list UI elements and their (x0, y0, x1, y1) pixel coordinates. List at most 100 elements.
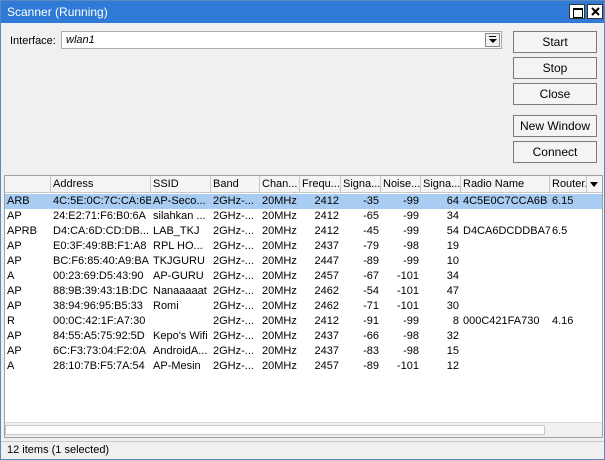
table-cell: 34 (446, 210, 459, 222)
table-cell: AP-Mesin (153, 360, 201, 372)
table-header: Address SSID Band Chan... Frequ... Signa... No… (5, 176, 602, 193)
table-row[interactable]: APRB D4:CA:6D:CD:DB... LAB_TKJ 2GHz-... 20MH… (5, 224, 602, 239)
table-cell: -99 (403, 195, 419, 207)
table-cell (550, 344, 587, 359)
column-header-noise-floor[interactable]: Noise... (381, 176, 421, 193)
table-cell (461, 299, 550, 314)
table-cell: 2412 (314, 225, 339, 237)
table-cell: 20MHz (262, 225, 297, 237)
table-cell: -98 (403, 330, 419, 342)
table-cell: -65 (363, 210, 379, 222)
table-cell: 4C:5E:0C:7C:CA:6B (53, 195, 151, 207)
table-cell: 2462 (314, 300, 339, 312)
table-cell: APRB (7, 225, 37, 237)
table-cell: 2GHz-... (213, 345, 254, 357)
column-header-signal-strength[interactable]: Signa... (341, 176, 381, 193)
table-cell (461, 284, 550, 299)
table-cell: 2437 (314, 330, 339, 342)
table-cell: 12 (446, 360, 459, 372)
table-cell: E0:3F:49:8B:F1:A8 (53, 240, 147, 252)
table-cell: -99 (403, 255, 419, 267)
table-cell: AP (7, 330, 22, 342)
table-cell (461, 239, 550, 254)
table-cell: R (7, 315, 15, 327)
table-cell: 2462 (314, 285, 339, 297)
table-cell: -99 (403, 315, 419, 327)
table-cell (461, 359, 550, 374)
column-header-radio-name[interactable]: Radio Name (461, 176, 550, 193)
table-cell: 20MHz (262, 360, 297, 372)
table-cell: 2457 (314, 270, 339, 282)
table-cell: AP-Seco... (153, 195, 206, 207)
table-cell (461, 269, 550, 284)
table-row[interactable]: AP 24:E2:71:F6:B0:6A silahkan ... 2GHz-... 2… (5, 209, 602, 224)
column-header-flags[interactable] (5, 176, 51, 193)
table-cell: 2GHz-... (213, 225, 254, 237)
table-row[interactable]: AP E0:3F:49:8B:F1:A8 RPL HO... 2GHz-... 20MH… (5, 239, 602, 254)
table-cell: 64 (446, 195, 459, 207)
table-cell: 2GHz-... (213, 300, 254, 312)
scan-results-table: Address SSID Band Chan... Frequ... Signa... No… (4, 175, 603, 438)
column-header-band[interactable]: Band (211, 176, 260, 193)
maximize-icon[interactable] (569, 4, 585, 19)
table-cell: 2GHz-... (213, 240, 254, 252)
horizontal-scrollbar[interactable] (5, 422, 602, 437)
table-cell: 6.5 (552, 225, 568, 237)
table-cell: 32 (446, 330, 459, 342)
table-row[interactable]: AP 84:55:A5:75:92:5D Kepo's Wifi 2GHz-... 20… (5, 329, 602, 344)
column-header-router-os[interactable]: Router... (550, 176, 587, 193)
column-header-channel[interactable]: Chan... (260, 176, 300, 193)
chevron-down-icon[interactable] (485, 33, 500, 47)
new-window-button[interactable]: New Window (513, 115, 597, 137)
table-row[interactable]: ARB 4C:5E:0C:7C:CA:6B AP-Seco... 2GHz-... 20… (5, 194, 602, 209)
table-cell: -45 (363, 225, 379, 237)
table-cell: 000C421FA730 (463, 315, 540, 327)
column-header-address[interactable]: Address (51, 176, 151, 193)
status-bar: 12 items (1 selected) (1, 441, 604, 459)
table-cell: BC:F6:85:40:A9:BA (53, 255, 149, 267)
column-header-signal-noise[interactable]: Signa... (421, 176, 461, 193)
table-cell: D4:CA:6D:CD:DB... (53, 225, 149, 237)
table-cell: 2412 (314, 195, 339, 207)
table-row[interactable]: AP 6C:F3:73:04:F2:0A AndroidA... 2GHz-... 20… (5, 344, 602, 359)
close-icon[interactable] (587, 4, 603, 19)
table-cell: silahkan ... (153, 210, 206, 222)
start-button[interactable]: Start (513, 31, 597, 53)
table-cell: 20MHz (262, 285, 297, 297)
column-menu-icon[interactable] (587, 176, 602, 193)
table-row[interactable]: AP BC:F6:85:40:A9:BA TKJGURU 2GHz-... 20MHz 2… (5, 254, 602, 269)
table-cell: AP (7, 300, 22, 312)
table-cell: -101 (396, 360, 419, 372)
table-row[interactable]: AP 38:94:96:95:B5:33 Romi 2GHz-... 20MHz 2462… (5, 299, 602, 314)
table-cell: A (7, 360, 15, 372)
table-cell: 28:10:7B:F5:7A:54 (53, 360, 145, 372)
scrollbar-thumb[interactable] (5, 425, 545, 435)
table-cell (550, 269, 587, 284)
column-header-frequency[interactable]: Frequ... (300, 176, 341, 193)
table-row[interactable]: AP 88:9B:39:43:1B:DC Nanaaaaat 2GHz-... 20MH… (5, 284, 602, 299)
stop-button[interactable]: Stop (513, 57, 597, 79)
close-button[interactable]: Close (513, 83, 597, 105)
table-cell: 20MHz (262, 210, 297, 222)
table-cell: 2GHz-... (213, 315, 254, 327)
table-cell: 20MHz (262, 300, 297, 312)
table-cell: 24:E2:71:F6:B0:6A (53, 210, 146, 222)
interface-value: wlan1 (66, 34, 95, 46)
table-cell (461, 344, 550, 359)
column-header-ssid[interactable]: SSID (151, 176, 211, 193)
table-cell: 15 (446, 345, 459, 357)
table-cell: 2447 (314, 255, 339, 267)
title-bar[interactable]: Scanner (Running) (1, 1, 604, 23)
table-cell: 20MHz (262, 270, 297, 282)
interface-select[interactable]: wlan1 (61, 31, 502, 49)
connect-button[interactable]: Connect (513, 141, 597, 163)
table-cell: 20MHz (262, 315, 297, 327)
table-row[interactable]: A 28:10:7B:F5:7A:54 AP-Mesin 2GHz-... 20MHz 2… (5, 359, 602, 374)
table-row[interactable]: A 00:23:69:D5:43:90 AP-GURU 2GHz-... 20MHz 24… (5, 269, 602, 284)
table-row[interactable]: R 00:0C:42:1F:A7:30 2GHz-... 20MHz 2412 -91 -9… (5, 314, 602, 329)
table-cell: -101 (396, 300, 419, 312)
table-cell: 20MHz (262, 330, 297, 342)
table-cell: 2412 (314, 315, 339, 327)
table-cell (461, 329, 550, 344)
table-cell: Nanaaaaat (153, 285, 207, 297)
